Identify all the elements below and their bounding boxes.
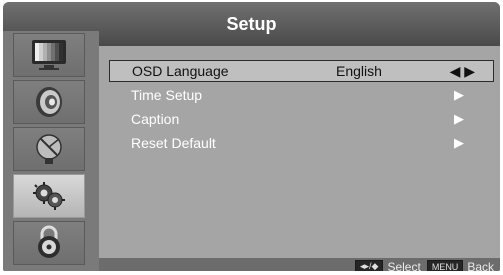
page-title: Setup — [226, 13, 277, 34]
footer-hint-bar: ◂▸/◆ Select MENU Back — [99, 258, 500, 271]
sidebar-item-picture[interactable] — [13, 33, 85, 77]
select-hint: Select — [387, 259, 421, 272]
sidebar-item-lock[interactable] — [13, 221, 85, 265]
sidebar — [3, 31, 99, 271]
nav-key-badge: ◂▸/◆ — [354, 259, 384, 271]
osd-screen: Setup OSD Language English ◀ ▶ Time Setu… — [3, 2, 500, 271]
chevron-right-icon: ▶ — [454, 87, 464, 102]
menu-item-label: Caption — [131, 111, 180, 127]
menu-item-value: English — [336, 63, 382, 79]
tv-picture-icon — [32, 40, 66, 70]
menu-item-label: OSD Language — [132, 63, 229, 79]
left-right-arrows-icon[interactable]: ◀ ▶ — [450, 63, 475, 80]
satellite-channel-icon — [36, 134, 62, 164]
menu-item-caption[interactable]: Caption ▶ — [109, 108, 494, 130]
setup-menu: OSD Language English ◀ ▶ Time Setup ▶ Ca… — [99, 46, 500, 258]
chevron-right-icon: ▶ — [454, 135, 464, 150]
menu-item-osd-language[interactable]: OSD Language English ◀ ▶ — [109, 60, 494, 82]
back-hint: Back — [467, 259, 494, 272]
lock-parental-icon — [38, 225, 60, 258]
menu-item-label: Reset Default — [131, 135, 216, 151]
chevron-right-icon: ▶ — [454, 111, 464, 126]
sidebar-item-channel[interactable] — [13, 127, 85, 171]
gears-setup-icon — [33, 182, 65, 210]
menu-item-time-setup[interactable]: Time Setup ▶ — [109, 84, 494, 106]
menu-item-label: Time Setup — [131, 87, 203, 103]
sidebar-item-audio[interactable] — [13, 80, 85, 124]
menu-item-reset-default[interactable]: Reset Default ▶ — [109, 132, 494, 154]
menu-key-badge: MENU — [426, 259, 464, 271]
sidebar-item-setup[interactable] — [13, 174, 85, 218]
speaker-audio-icon — [36, 87, 62, 117]
